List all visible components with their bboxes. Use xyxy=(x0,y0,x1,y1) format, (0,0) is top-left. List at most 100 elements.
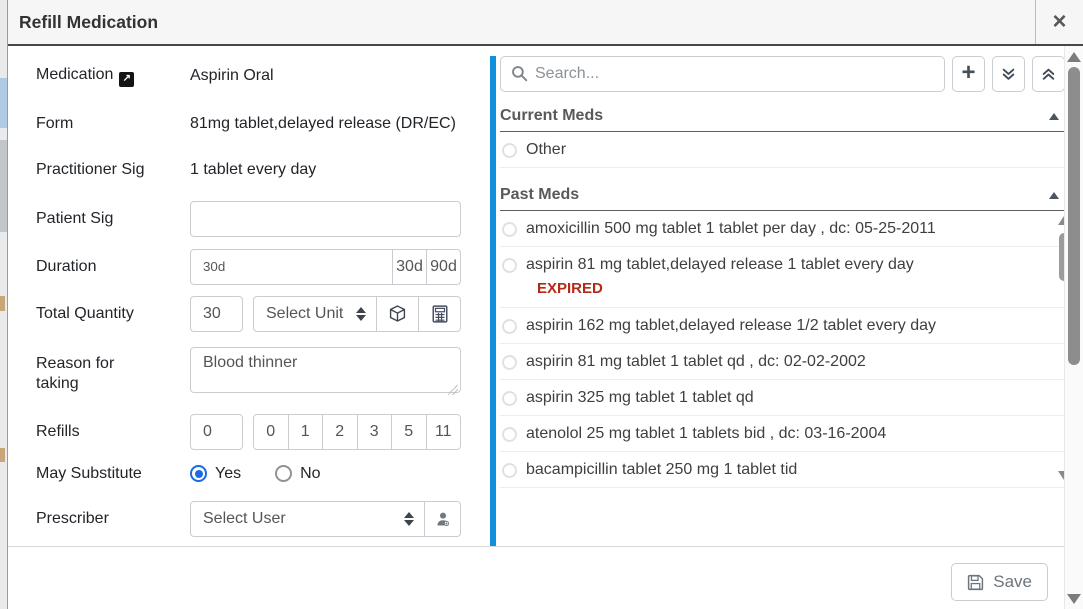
double-chevron-down-icon xyxy=(1001,67,1016,82)
expired-badge: EXPIRED xyxy=(537,280,1065,297)
collapse-all-button[interactable] xyxy=(1032,56,1065,92)
item-text: aspirin 162 mg tablet,delayed release 1/… xyxy=(526,317,936,335)
external-link-icon[interactable]: ↗ xyxy=(119,72,134,87)
sort-arrows-icon xyxy=(356,307,366,321)
item-text: aspirin 81 mg tablet,delayed release 1 t… xyxy=(526,256,914,274)
duration-30d-button[interactable]: 30d xyxy=(392,249,427,285)
past-med-item[interactable]: atenolol 25 mg tablet 1 tablets bid , dc… xyxy=(500,416,1065,452)
past-meds-header[interactable]: Past Meds xyxy=(500,182,1065,211)
user-icon xyxy=(435,511,451,527)
add-med-button[interactable]: + xyxy=(952,56,985,92)
refills-2-button[interactable]: 2 xyxy=(322,414,358,450)
past-med-item[interactable]: aspirin 325 mg tablet 1 tablet qd xyxy=(500,380,1065,416)
item-text: Other xyxy=(526,141,566,159)
substitute-no-label: No xyxy=(300,465,320,483)
form-label: Form xyxy=(36,114,160,134)
duration-90d-button[interactable]: 90d xyxy=(426,249,461,285)
past-med-item[interactable]: aspirin 81 mg tablet,delayed release 1 t… xyxy=(500,247,1065,308)
item-text: bacampicillin tablet 250 mg 1 tablet tid xyxy=(526,461,797,479)
dialog-header: Refill Medication × xyxy=(8,0,1083,46)
save-button[interactable]: Save xyxy=(951,563,1048,601)
package-lookup-button[interactable] xyxy=(376,296,419,332)
save-icon xyxy=(967,574,984,591)
may-substitute-label: May Substitute xyxy=(36,464,160,484)
practitioner-sig-value: 1 tablet every day xyxy=(190,161,316,179)
calculator-icon xyxy=(432,305,448,323)
calculate-quantity-button[interactable] xyxy=(418,296,461,332)
scroll-up-arrow[interactable] xyxy=(1067,52,1081,62)
refills-5-button[interactable]: 5 xyxy=(391,414,427,450)
practitioner-sig-label: Practitioner Sig xyxy=(36,160,160,180)
dialog-title: Refill Medication xyxy=(8,12,1035,33)
refill-form: Medication↗ Aspirin Oral Form 81mg table… xyxy=(8,46,490,546)
current-meds-header[interactable]: Current Meds xyxy=(500,103,1065,132)
background-fragment xyxy=(0,78,7,128)
section-title: Past Meds xyxy=(500,186,579,204)
prescriber-lookup-button[interactable] xyxy=(424,501,461,537)
reason-textarea[interactable]: Blood thinner xyxy=(190,347,461,393)
refills-1-button[interactable]: 1 xyxy=(288,414,324,450)
unit-select-value: Select Unit xyxy=(266,305,343,323)
prescriber-select[interactable]: Select User xyxy=(190,501,425,537)
close-icon: × xyxy=(1052,10,1066,34)
sort-arrows-icon xyxy=(404,512,414,526)
background-fragment xyxy=(0,296,5,311)
dialog-body: Medication↗ Aspirin Oral Form 81mg table… xyxy=(8,46,1083,546)
dialog-footer: Save xyxy=(8,546,1083,609)
refills-label: Refills xyxy=(36,422,160,442)
close-button[interactable]: × xyxy=(1035,0,1083,44)
total-quantity-input[interactable] xyxy=(190,296,243,332)
total-quantity-label: Total Quantity xyxy=(36,304,160,324)
past-meds-list: amoxicillin 500 mg tablet 1 tablet per d… xyxy=(500,211,1065,490)
past-med-item[interactable]: aspirin 81 mg tablet 1 tablet qd , dc: 0… xyxy=(500,344,1065,380)
meds-search-row: + xyxy=(500,56,1065,92)
background-fragment xyxy=(0,448,5,462)
item-text: amoxicillin 500 mg tablet 1 tablet per d… xyxy=(526,220,936,238)
caret-up-icon xyxy=(1049,192,1059,199)
medication-value: Aspirin Oral xyxy=(190,67,274,85)
refills-0-button[interactable]: 0 xyxy=(253,414,289,450)
refills-input[interactable] xyxy=(190,414,243,450)
substitute-yes-radio[interactable] xyxy=(190,465,207,482)
item-radio[interactable] xyxy=(502,391,517,406)
reason-textarea-wrap: Blood thinner xyxy=(190,347,461,398)
item-radio[interactable] xyxy=(502,427,517,442)
search-icon xyxy=(511,65,528,82)
meds-search-input[interactable] xyxy=(500,56,945,92)
refills-3-button[interactable]: 3 xyxy=(357,414,393,450)
caret-up-icon xyxy=(1049,113,1059,120)
item-radio[interactable] xyxy=(502,222,517,237)
refills-11-button[interactable]: 11 xyxy=(426,414,462,450)
refill-medication-dialog: Refill Medication × Medication↗ Aspirin … xyxy=(7,0,1083,609)
expand-all-button[interactable] xyxy=(992,56,1025,92)
past-med-item[interactable]: bacampicillin tablet 250 mg 1 tablet tid xyxy=(500,452,1065,488)
item-radio[interactable] xyxy=(502,258,517,273)
duration-label: Duration xyxy=(36,257,160,277)
past-med-item[interactable]: amoxicillin 500 mg tablet 1 tablet per d… xyxy=(500,211,1065,247)
patient-sig-label: Patient Sig xyxy=(36,209,160,229)
screen: Refill Medication × Medication↗ Aspirin … xyxy=(0,0,1083,609)
scroll-down-arrow[interactable] xyxy=(1067,594,1081,604)
current-med-item-other[interactable]: Other xyxy=(500,132,1065,168)
plus-icon: + xyxy=(961,61,975,85)
patient-sig-input[interactable] xyxy=(190,201,461,237)
item-radio[interactable] xyxy=(502,355,517,370)
cube-icon xyxy=(389,305,406,322)
medication-label: Medication↗ xyxy=(36,65,160,87)
item-radio[interactable] xyxy=(502,319,517,334)
background-fragment xyxy=(0,140,7,232)
item-radio[interactable] xyxy=(502,143,517,158)
item-text: atenolol 25 mg tablet 1 tablets bid , dc… xyxy=(526,425,886,443)
substitute-no-radio[interactable] xyxy=(275,465,292,482)
item-radio[interactable] xyxy=(502,463,517,478)
prescriber-label: Prescriber xyxy=(36,509,160,529)
duration-input[interactable] xyxy=(190,249,393,285)
scrollbar-thumb[interactable] xyxy=(1068,67,1080,365)
substitute-yes-label: Yes xyxy=(215,465,241,483)
reason-label: Reason for taking xyxy=(36,347,160,394)
unit-select[interactable]: Select Unit xyxy=(253,296,377,332)
double-chevron-up-icon xyxy=(1041,67,1056,82)
form-value: 81mg tablet,delayed release (DR/EC) xyxy=(190,115,456,133)
dialog-scrollbar[interactable] xyxy=(1064,46,1083,609)
past-med-item[interactable]: aspirin 162 mg tablet,delayed release 1/… xyxy=(500,308,1065,344)
